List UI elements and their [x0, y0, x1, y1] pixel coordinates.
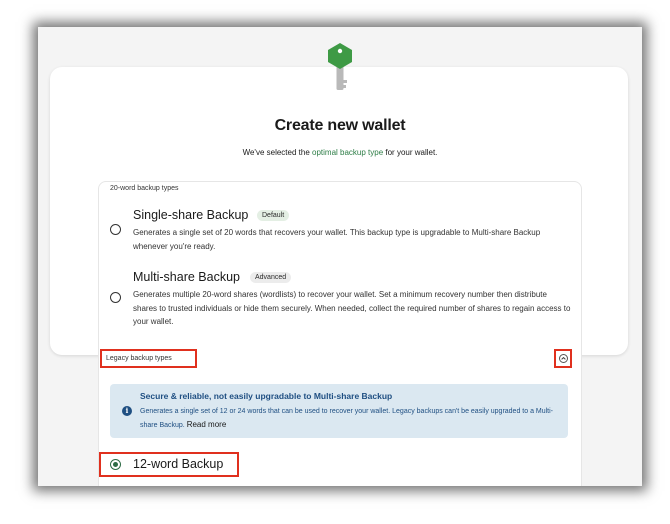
page-subtitle: We've selected the optimal backup type f… — [38, 148, 642, 157]
badge-advanced: Advanced — [250, 272, 292, 283]
radio-multi-share[interactable] — [110, 292, 121, 303]
option-desc-multi-share: Generates multiple 20-word shares (wordl… — [133, 290, 571, 326]
app-window: Create new wallet We've selected the opt… — [38, 27, 642, 486]
legacy-info-box: i Secure & reliable, not easily upgradab… — [110, 384, 568, 438]
highlight-collapse-toggle — [554, 349, 572, 368]
subtitle-text: We've selected the — [242, 148, 312, 157]
option-desc-single-share: Generates a single set of 20 words that … — [133, 228, 541, 251]
radio-single-share[interactable] — [110, 224, 121, 235]
subtitle-text-end: for your wallet. — [383, 148, 438, 157]
option-title-multi-share: Multi-share Backup — [133, 270, 240, 284]
read-more-link[interactable]: Read more — [187, 420, 227, 429]
highlight-12-word-option — [99, 452, 239, 477]
info-icon: i — [122, 406, 132, 416]
highlight-legacy-label — [100, 349, 197, 368]
page-title: Create new wallet — [274, 117, 406, 134]
option-title-single-share: Single-share Backup — [133, 208, 249, 222]
info-title: Secure & reliable, not easily upgradable… — [140, 391, 393, 401]
info-text: Generates a single set of 12 or 24 words… — [140, 405, 560, 432]
badge-default: Default — [257, 210, 290, 221]
section-label-20-word: 20-word backup types — [110, 185, 179, 192]
key-icon — [328, 43, 352, 90]
optimal-backup-link[interactable]: optimal backup type — [312, 148, 383, 157]
